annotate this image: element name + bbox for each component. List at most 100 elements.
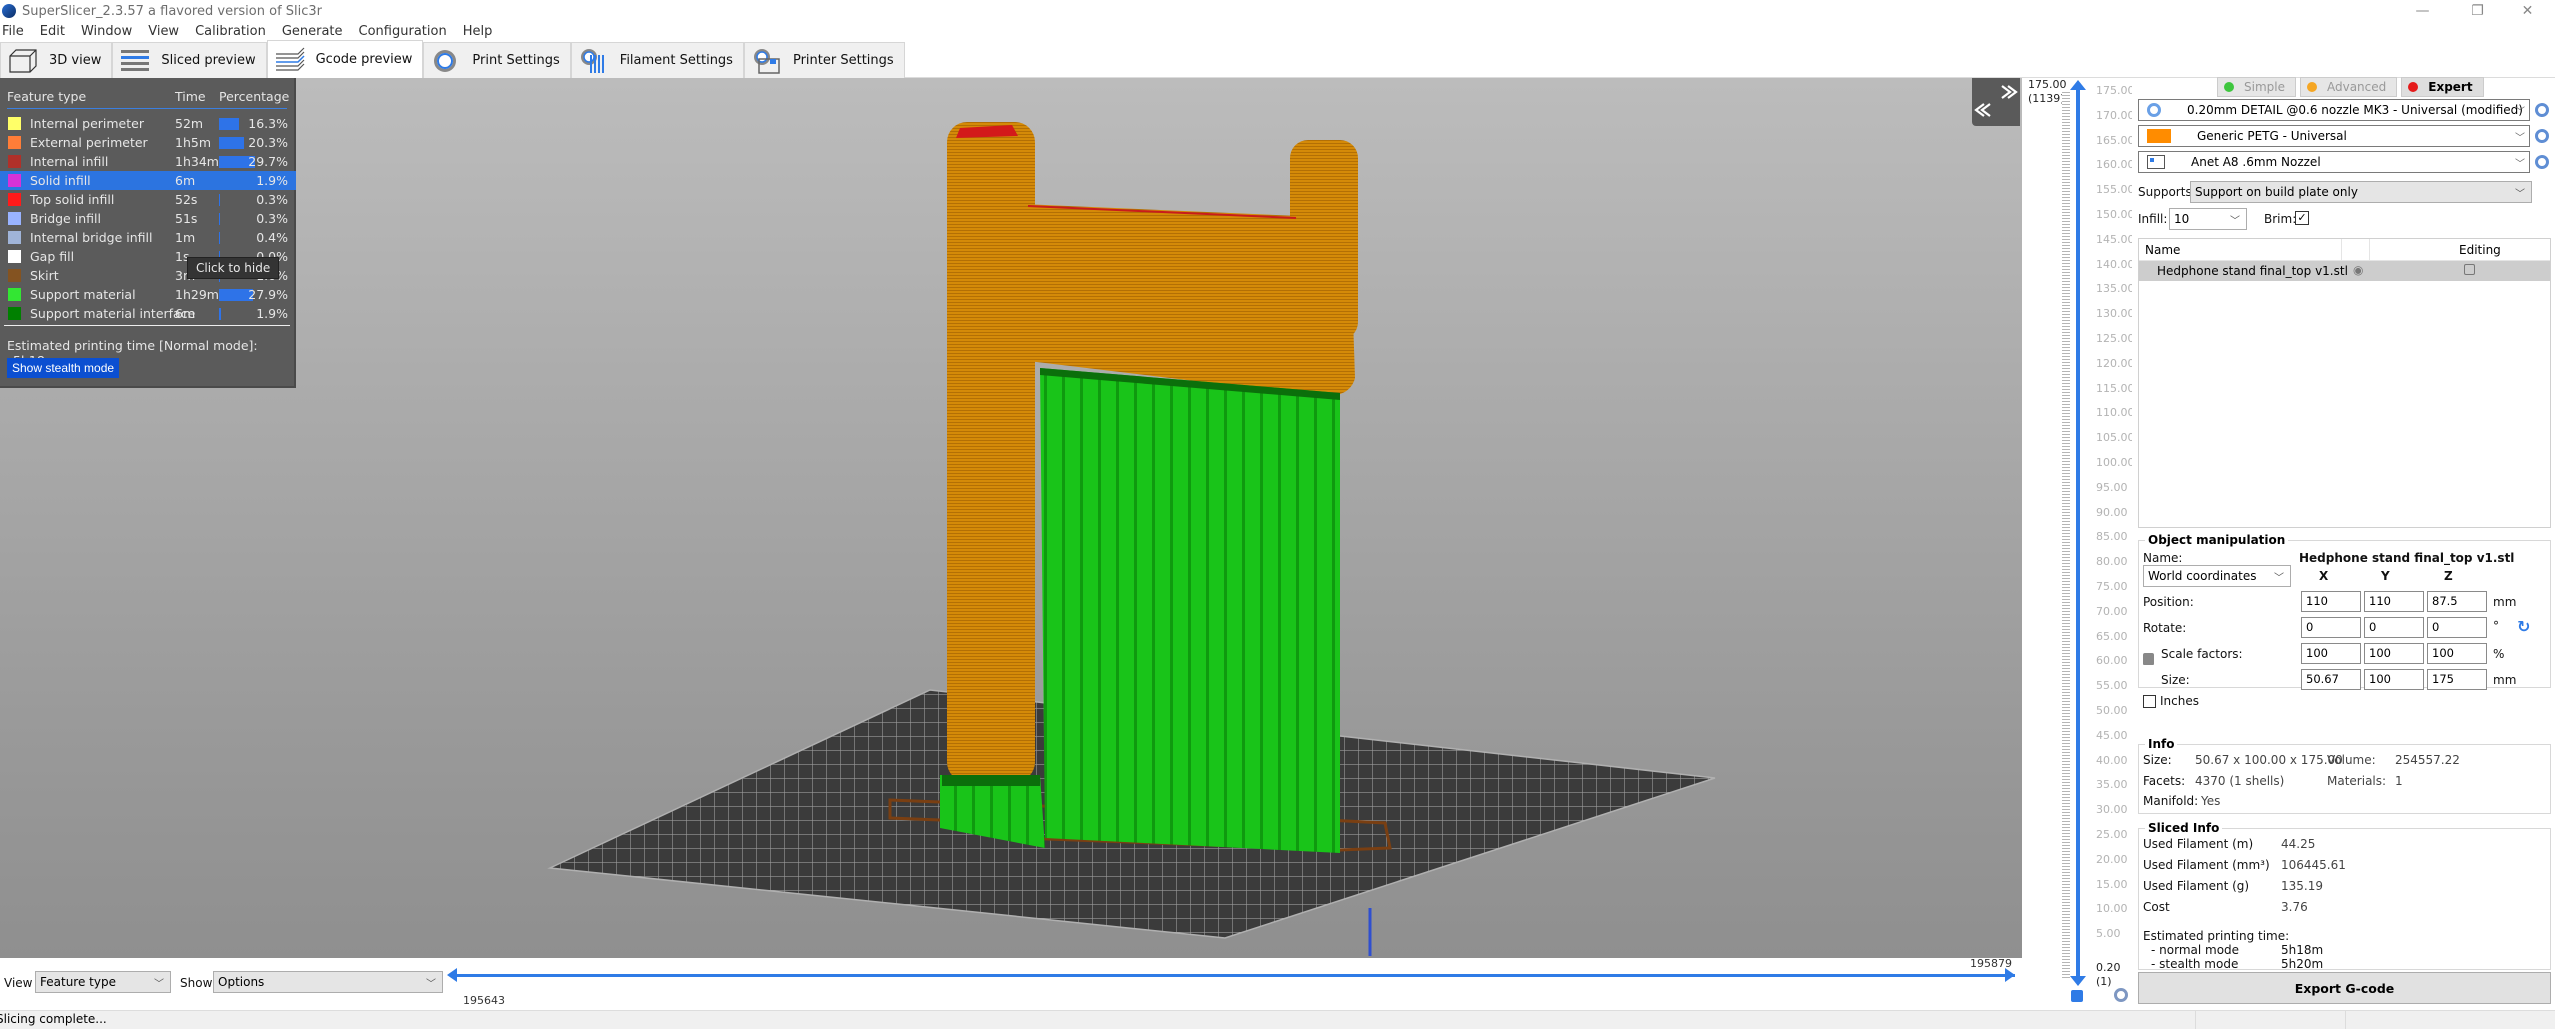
show-options-select[interactable]: Options ﹀: [213, 971, 443, 993]
size-y-input[interactable]: 100: [2364, 669, 2424, 690]
model-viewport[interactable]: [0, 78, 2022, 958]
menu-edit[interactable]: Edit: [32, 24, 73, 39]
infill-select[interactable]: 10 ﹀: [2169, 208, 2247, 230]
axis-z-label: Z: [2444, 569, 2453, 583]
show-stealth-mode-button[interactable]: Show stealth mode: [7, 358, 120, 378]
coordinate-system-select[interactable]: World coordinates ﹀: [2143, 565, 2291, 587]
move-slider-right-thumb[interactable]: [2005, 968, 2015, 982]
tab-3d-view[interactable]: 3D view: [0, 42, 113, 78]
layer-slider-rail[interactable]: [2076, 90, 2080, 980]
size-z-input[interactable]: 175: [2427, 669, 2487, 690]
mode-simple-button[interactable]: Simple: [2217, 77, 2296, 97]
scale-y-input[interactable]: 100: [2364, 643, 2424, 664]
print-preset-gear-icon[interactable]: [2535, 103, 2549, 117]
sidebar: Simple Advanced Expert 0.20mm DETAIL @0.…: [2132, 77, 2555, 1010]
lower-thumb[interactable]: [2070, 976, 2086, 986]
printer-preset-select[interactable]: Anet A8 .6mm Nozzel ﹀: [2138, 151, 2530, 173]
upper-thumb[interactable]: [2070, 80, 2086, 90]
menu-help[interactable]: Help: [455, 24, 501, 39]
view-type-select[interactable]: Feature type ﹀: [35, 971, 171, 993]
info-size-value: 50.67 x 100.00 x 175.00: [2195, 753, 2343, 767]
feature-name: Skirt: [30, 268, 59, 283]
print-preset-select[interactable]: 0.20mm DETAIL @0.6 nozzle MK3 - Universa…: [2138, 99, 2530, 121]
position-y-input[interactable]: 110: [2364, 591, 2424, 612]
legend-row[interactable]: Support material interface 6m 1.9%: [0, 304, 296, 323]
legend-row[interactable]: Support material 1h29m 27.9%: [0, 285, 296, 304]
move-slider-left-thumb[interactable]: [447, 968, 457, 982]
slider-settings-icon[interactable]: [2114, 988, 2128, 1002]
sliced-info-panel: Sliced Info Used Filament (m) 44.25 Used F…: [2138, 821, 2551, 971]
object-row[interactable]: Hedphone stand final_top v1.stl ◉: [2139, 261, 2550, 281]
printer-preset-gear-icon[interactable]: [2535, 155, 2549, 169]
menu-file[interactable]: File: [0, 24, 32, 39]
status-bar: Slicing complete...: [0, 1010, 2555, 1029]
move-slider-rail[interactable]: [455, 974, 2015, 977]
minimize-button[interactable]: —: [2395, 0, 2450, 22]
filament-color-swatch: [2147, 129, 2171, 143]
color-swatch: [8, 231, 21, 244]
rotate-x-input[interactable]: 0: [2301, 617, 2361, 638]
position-x-input[interactable]: 110: [2301, 591, 2361, 612]
scale-x-input[interactable]: 100: [2301, 643, 2361, 664]
position-z-input[interactable]: 87.5: [2427, 591, 2487, 612]
collapse-sidebar-button[interactable]: [1972, 78, 2020, 126]
gcode-preview-canvas[interactable]: Feature type Time Percentage Internal pe…: [0, 78, 2022, 958]
percentage-bar: [219, 136, 244, 149]
legend-row[interactable]: External perimeter 1h5m 20.3%: [0, 133, 296, 152]
layer-tick-label: 95.00: [2096, 480, 2128, 494]
lock-scale-icon[interactable]: [2143, 653, 2154, 665]
feature-name: Support material interface: [30, 306, 196, 321]
inches-label: Inches: [2160, 694, 2199, 708]
scale-z-input[interactable]: 100: [2427, 643, 2487, 664]
layer-tick-label: 45.00: [2096, 728, 2128, 742]
inches-checkbox[interactable]: [2143, 695, 2156, 708]
size-unit: mm: [2493, 673, 2517, 687]
menu-configuration[interactable]: Configuration: [351, 24, 455, 39]
layer-slider[interactable]: 175.00 (1139) 175.00 170.00 165.00 160.00 15…: [2022, 78, 2135, 1010]
eye-icon[interactable]: ◉: [2353, 263, 2363, 277]
rotate-y-input[interactable]: 0: [2364, 617, 2424, 638]
advanced-dot-icon: [2306, 82, 2317, 92]
tab-bar: 3D view Sliced preview Gcode preview Pri…: [0, 40, 2555, 78]
feature-time: 6m: [175, 173, 196, 188]
filament-preset-select[interactable]: Generic PETG - Universal ﹀: [2138, 125, 2530, 147]
tab-printer-settings[interactable]: Printer Settings: [743, 42, 905, 78]
chevron-down-icon: ﹀: [2515, 132, 2525, 144]
menu-window[interactable]: Window: [73, 24, 140, 39]
edit-settings-icon[interactable]: [2464, 264, 2475, 275]
supports-select[interactable]: Support on build plate only ﹀: [2190, 181, 2532, 203]
legend-row[interactable]: Top solid infill 52s 0.3%: [0, 190, 296, 209]
tab-sliced-preview[interactable]: Sliced preview: [112, 42, 267, 78]
legend-row[interactable]: Bridge infill 51s 0.3%: [0, 209, 296, 228]
layer-ticks: [2062, 90, 2070, 980]
unlock-icon[interactable]: [2071, 990, 2083, 1002]
menu-generate[interactable]: Generate: [274, 24, 351, 39]
legend-row[interactable]: Internal perimeter 52m 16.3%: [0, 114, 296, 133]
gear-icon: [430, 47, 462, 75]
restore-button[interactable]: ❐: [2450, 0, 2505, 22]
layer-tick-label: 125.00: [2096, 332, 2135, 345]
rotate-z-input[interactable]: 0: [2427, 617, 2487, 638]
close-button[interactable]: ✕: [2500, 0, 2555, 22]
legend-row[interactable]: Solid infill 6m 1.9%: [0, 171, 296, 190]
size-label: Size:: [2161, 673, 2190, 687]
legend-header-feature: Feature type: [7, 89, 87, 104]
brim-checkbox[interactable]: ✓: [2295, 211, 2309, 225]
mode-advanced-button[interactable]: Advanced: [2299, 77, 2398, 97]
menu-calibration[interactable]: Calibration: [187, 24, 274, 39]
filament-preset-gear-icon[interactable]: [2535, 129, 2549, 143]
sliced-info-value: 135.19: [2281, 879, 2323, 893]
size-x-input[interactable]: 50.67: [2301, 669, 2361, 690]
tab-gcode-preview[interactable]: Gcode preview: [266, 40, 424, 78]
move-slider-right-value: 195879: [1970, 957, 2012, 970]
legend-row[interactable]: Internal bridge infill 1m 0.4%: [0, 228, 296, 247]
reset-rotation-icon[interactable]: ↻: [2517, 617, 2530, 636]
feature-percentage: 0.4%: [256, 230, 288, 245]
mode-expert-button[interactable]: Expert: [2401, 77, 2484, 97]
legend-row[interactable]: Internal infill 1h34m 29.7%: [0, 152, 296, 171]
export-gcode-button[interactable]: Export G-code: [2138, 972, 2551, 1004]
menu-view[interactable]: View: [140, 24, 187, 39]
tab-print-settings[interactable]: Print Settings: [423, 42, 571, 78]
tab-filament-settings[interactable]: Filament Settings: [570, 42, 744, 78]
status-text: Slicing complete...: [0, 1012, 107, 1026]
